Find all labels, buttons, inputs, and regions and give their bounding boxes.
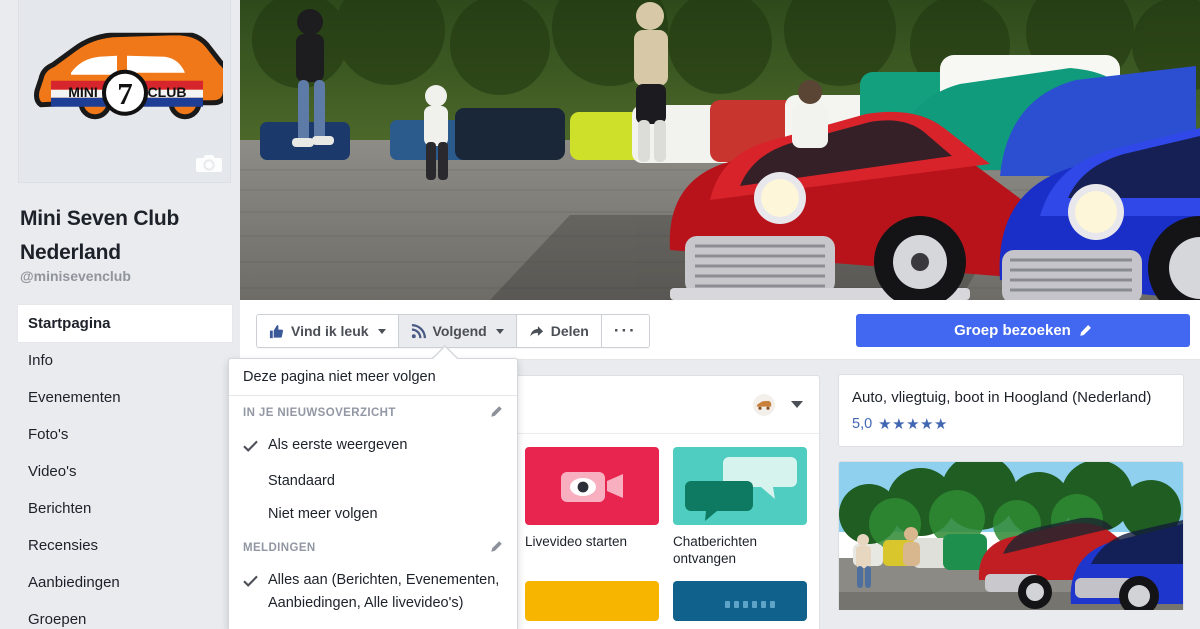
share-arrow-icon [530, 325, 543, 337]
sidebar-item-groepen[interactable]: Groepen [18, 601, 232, 629]
cover-photo[interactable] [240, 0, 1200, 300]
video-camera-icon [561, 472, 623, 502]
checkmark-icon [243, 434, 259, 460]
page-sidebar: MINI CLUB 7 Mini Seven Club Nederland @m… [0, 0, 240, 629]
rating-row: 5,0 ★★★★★ [852, 415, 1170, 433]
right-column: Auto, vliegtuig, boot in Hoogland (Neder… [838, 374, 1184, 610]
page-nav: Startpagina Info Evenementen Foto's Vide… [18, 305, 232, 629]
menu-item-default-label: Standaard [268, 473, 335, 489]
camera-icon[interactable] [196, 152, 222, 174]
page-photo-card[interactable] [838, 461, 1184, 610]
sidebar-item-startpagina[interactable]: Startpagina [18, 305, 232, 342]
rss-icon [411, 323, 426, 338]
share-button-label: Delen [550, 323, 589, 339]
tile-yellow[interactable] [525, 581, 659, 621]
rating-title: Auto, vliegtuig, boot in Hoogland (Neder… [852, 389, 1152, 406]
chevron-down-icon [377, 328, 386, 334]
checkmark-placeholder [243, 625, 259, 628]
sidebar-item-evenementen[interactable]: Evenementen [18, 379, 232, 416]
ellipsis-icon: ··· [613, 321, 637, 340]
menu-item-default[interactable]: Standaard [229, 465, 517, 498]
thumbs-up-icon [269, 324, 284, 338]
menu-item-unfollow-label: Niet meer volgen [268, 506, 378, 522]
menu-item-all-off-label: Alles uit [268, 625, 501, 629]
page-action-buttons: Vind ik leuk Volgend Delen ··· [256, 314, 650, 348]
menu-item-unfollow-page[interactable]: Deze pagina niet meer volgen [229, 359, 517, 396]
rating-card: Auto, vliegtuig, boot in Hoogland (Neder… [838, 374, 1184, 447]
checkmark-placeholder [243, 470, 259, 473]
chevron-down-icon[interactable] [791, 401, 803, 408]
menu-section-notifications-label: MELDINGEN [243, 541, 316, 554]
car-glyph-icon [756, 401, 772, 410]
pencil-icon [1080, 324, 1091, 336]
tile-icon [725, 601, 775, 608]
pencil-icon[interactable] [489, 540, 503, 554]
tile-art-livevideo [525, 447, 659, 525]
visit-group-label: Groep bezoeken [954, 322, 1071, 339]
menu-item-all-off[interactable]: Alles uit [229, 620, 517, 629]
menu-item-unfollow[interactable]: Niet meer volgen [229, 498, 517, 531]
tile-chat[interactable]: Chatberichten ontvangen [673, 447, 807, 567]
follow-dropdown-menu: Deze pagina niet meer volgen IN JE NIEUW… [228, 358, 518, 629]
svg-text:CLUB: CLUB [147, 84, 186, 100]
svg-text:MINI: MINI [68, 84, 98, 100]
facebook-page: MINI CLUB 7 Mini Seven Club Nederland @m… [0, 0, 1200, 629]
tile-livevideo[interactable]: Livevideo starten [525, 447, 659, 567]
page-title: Mini Seven Club Nederland [20, 207, 180, 264]
profile-picture[interactable]: MINI CLUB 7 [18, 0, 231, 183]
chevron-down-icon [495, 328, 504, 334]
sidebar-item-aanbiedingen[interactable]: Aanbiedingen [18, 564, 232, 601]
menu-item-all-on[interactable]: Alles aan (Berichten, Evenementen, Aanbi… [229, 564, 517, 620]
chat-bubbles-icon [685, 457, 797, 521]
club-logo: MINI CLUB 7 [27, 30, 230, 137]
tile-art-darkblue [673, 581, 807, 621]
tile-label-livevideo: Livevideo starten [525, 534, 628, 549]
follow-button[interactable]: Volgend [398, 315, 517, 347]
follow-button-label: Volgend [432, 323, 487, 339]
page-handle: @minisevenclub [20, 268, 131, 284]
menu-item-all-on-label: Alles aan (Berichten, Evenementen, Aanbi… [268, 572, 500, 611]
visit-group-button[interactable]: Groep bezoeken [856, 314, 1190, 347]
rating-stars: ★★★★★ [878, 416, 948, 433]
checkmark-icon [243, 569, 259, 595]
checkmark-placeholder [243, 503, 259, 506]
sidebar-item-recensies[interactable]: Recensies [18, 527, 232, 564]
mini-seven-club-logo-icon: MINI CLUB 7 [33, 30, 230, 120]
rating-value: 5,0 [852, 416, 873, 432]
menu-item-show-first[interactable]: Als eerste weergeven [229, 429, 517, 465]
menu-section-newsfeed: IN JE NIEUWSOVERZICHT [229, 396, 517, 429]
pencil-icon[interactable] [489, 405, 503, 419]
page-action-bar: Vind ik leuk Volgend Delen ··· Groep bez… [240, 300, 1200, 360]
menu-section-notifications: MELDINGEN [229, 531, 517, 564]
menu-section-newsfeed-label: IN JE NIEUWSOVERZICHT [243, 406, 396, 419]
sidebar-item-videos[interactable]: Video's [18, 453, 232, 490]
more-options-button[interactable]: ··· [601, 315, 649, 347]
sidebar-item-berichten[interactable]: Berichten [18, 490, 232, 527]
tile-label-chat: Chatberichten ontvangen [673, 534, 758, 566]
tile-darkblue[interactable] [673, 581, 807, 621]
card-header [511, 376, 819, 434]
sidebar-item-info[interactable]: Info [18, 342, 232, 379]
cover-photo-image [240, 0, 1200, 300]
tile-art-yellow [525, 581, 659, 621]
svg-text:7: 7 [117, 76, 133, 111]
share-button[interactable]: Delen [516, 315, 602, 347]
tool-tiles: Livevideo starten Chatberichten ontvange… [511, 435, 821, 629]
mini-cars-photo [839, 462, 1183, 610]
like-button-label: Vind ik leuk [291, 323, 369, 339]
page-tools-card: Livevideo starten Chatberichten ontvange… [510, 375, 820, 629]
sidebar-item-fotos[interactable]: Foto's [18, 416, 232, 453]
menu-item-show-first-label: Als eerste weergeven [268, 437, 408, 453]
tile-art-chat [673, 447, 807, 525]
like-button[interactable]: Vind ik leuk [257, 315, 399, 347]
car-avatar-icon[interactable] [753, 394, 775, 416]
